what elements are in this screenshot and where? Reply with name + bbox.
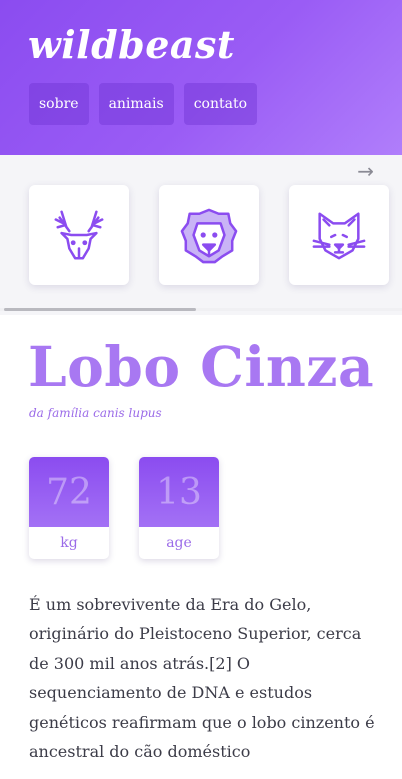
deer-icon xyxy=(54,210,104,260)
lion-icon xyxy=(180,208,238,264)
animal-description: É um sobrevivente da Era do Gelo, origin… xyxy=(29,595,375,762)
next-arrow-icon[interactable]: → xyxy=(357,159,374,183)
logo[interactable]: wildbeast xyxy=(28,22,235,67)
carousel-scrollbar-thumb[interactable] xyxy=(4,308,196,311)
stat-card-weight: 72 kg xyxy=(29,457,109,559)
header: wildbeast sobre animais contato xyxy=(0,0,402,155)
nav-animais-button[interactable]: animais xyxy=(98,83,174,125)
stat-label: kg xyxy=(60,535,78,551)
cat-icon xyxy=(312,212,366,260)
nav-contato-button[interactable]: contato xyxy=(183,83,258,125)
deer-card[interactable] xyxy=(29,185,129,285)
stat-card-age: 13 age xyxy=(139,457,219,559)
main-nav: sobre animais contato xyxy=(29,83,258,125)
animal-name-title: Lobo Cinza xyxy=(28,334,375,399)
carousel-scrollbar[interactable] xyxy=(0,308,402,311)
animal-family-subtitle: da família canis lupus xyxy=(29,406,162,420)
stat-value: 72 xyxy=(29,457,109,527)
stat-label: age xyxy=(166,535,192,551)
nav-sobre-button[interactable]: sobre xyxy=(29,83,89,125)
cat-card[interactable] xyxy=(289,185,389,285)
stat-value: 13 xyxy=(139,457,219,527)
animal-carousel: → xyxy=(0,155,402,315)
lion-card[interactable] xyxy=(159,185,259,285)
